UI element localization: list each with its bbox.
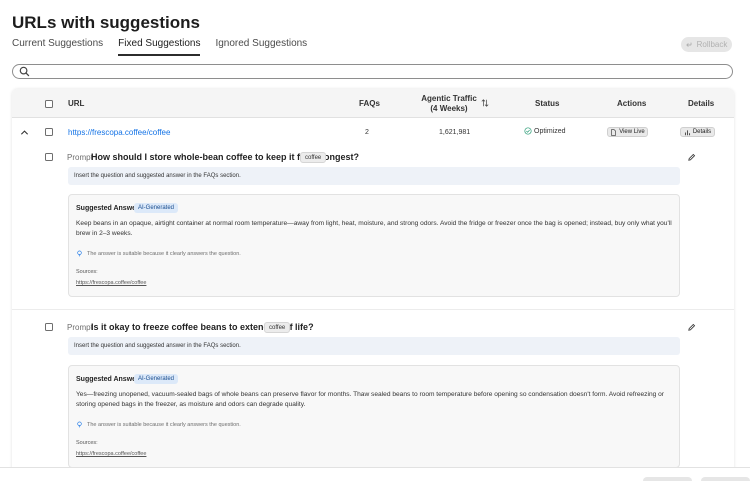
search-icon <box>19 66 30 77</box>
source-link[interactable]: https://frescopa.coffee/coffee <box>76 451 146 457</box>
rollback-label: Rollback <box>696 40 728 49</box>
column-header-traffic[interactable]: Agentic Traffic (4 Weeks) <box>419 89 479 118</box>
table-header: URL FAQs Agentic Traffic (4 Weeks) Statu… <box>12 89 734 118</box>
suggested-answer-card: Suggested Answer AI-Generated Keep beans… <box>68 194 680 297</box>
edit-icon[interactable] <box>687 153 696 162</box>
bottom-secondary-button[interactable] <box>643 477 692 481</box>
answer-title: Suggested Answer <box>76 205 139 212</box>
prompt-label: Prompt <box>67 323 93 332</box>
lightbulb-icon <box>77 421 82 428</box>
bottom-primary-button[interactable] <box>701 477 750 481</box>
answer-reason-text: The answer is suitable because it clearl… <box>87 421 241 428</box>
bottom-action-bar <box>0 467 750 481</box>
details-button[interactable]: Details <box>680 127 715 137</box>
prompt-tag: coffee <box>300 152 327 163</box>
column-header-details: Details <box>688 99 715 108</box>
answer-reason-text: The answer is suitable because it clearl… <box>87 250 241 257</box>
column-header-faqs[interactable]: FAQs <box>359 89 380 118</box>
info-strip: Insert the question and suggested answer… <box>68 167 680 185</box>
row-divider <box>12 309 734 310</box>
search-field[interactable] <box>12 64 733 79</box>
sort-icon[interactable] <box>481 99 489 107</box>
prompt-label: Prompt <box>67 153 93 162</box>
faqs-count: 2 <box>365 129 369 136</box>
rollback-icon <box>685 41 692 47</box>
view-live-label: View Live <box>619 129 645 135</box>
prompt-checkbox[interactable] <box>45 153 53 161</box>
tab-current-suggestions[interactable]: Current Suggestions <box>12 36 103 56</box>
row-checkbox[interactable] <box>45 128 53 136</box>
source-link[interactable]: https://frescopa.coffee/coffee <box>76 280 146 286</box>
ai-generated-badge: AI-Generated <box>134 203 179 213</box>
page-title: URLs with suggestions <box>12 13 200 32</box>
suggested-answer-card: Suggested Answer AI-Generated Yes—freezi… <box>68 365 680 468</box>
view-live-button[interactable]: View Live <box>607 127 648 137</box>
url-link[interactable]: https://frescopa.coffee/coffee <box>68 128 170 137</box>
check-circle-icon <box>524 127 532 135</box>
suggestions-table: URL FAQs Agentic Traffic (4 Weeks) Statu… <box>12 89 734 481</box>
column-header-url[interactable]: URL <box>68 89 84 118</box>
lightbulb-icon <box>77 250 82 257</box>
ai-generated-badge: AI-Generated <box>134 374 179 384</box>
tab-fixed-suggestions[interactable]: Fixed Suggestions <box>118 36 201 56</box>
sources-label: Sources: <box>76 440 98 446</box>
chevron-up-icon[interactable] <box>20 128 29 137</box>
document-icon <box>611 128 617 136</box>
select-all-checkbox[interactable] <box>45 100 53 108</box>
status-badge: Optimized <box>524 127 566 135</box>
answer-reason: The answer is suitable because it clearl… <box>76 250 241 257</box>
tab-ignored-suggestions[interactable]: Ignored Suggestions <box>215 36 307 56</box>
sources-label: Sources: <box>76 269 98 275</box>
column-header-actions: Actions <box>617 99 647 108</box>
chart-icon <box>684 129 690 135</box>
rollback-button[interactable]: Rollback <box>681 37 732 52</box>
info-strip: Insert the question and suggested answer… <box>68 337 680 355</box>
search-input[interactable] <box>35 66 725 77</box>
prompt-checkbox[interactable] <box>45 323 53 331</box>
status-label: Optimized <box>534 127 566 135</box>
answer-text: Yes—freezing unopened, vacuum-sealed bag… <box>76 391 664 408</box>
prompt-tag: coffee <box>264 322 291 333</box>
details-label: Details <box>692 129 712 135</box>
tab-list: Current Suggestions Fixed Suggestions Ig… <box>12 36 322 56</box>
column-header-status: Status <box>535 99 560 108</box>
answer-reason: The answer is suitable because it clearl… <box>76 421 241 428</box>
answer-title: Suggested Answer <box>76 376 139 383</box>
edit-icon[interactable] <box>687 323 696 332</box>
answer-text: Keep beans in an opaque, airtight contai… <box>76 220 672 237</box>
column-header-traffic-label: Agentic Traffic (4 Weeks) <box>421 93 477 113</box>
agentic-traffic-value: 1,621,981 <box>439 129 471 136</box>
